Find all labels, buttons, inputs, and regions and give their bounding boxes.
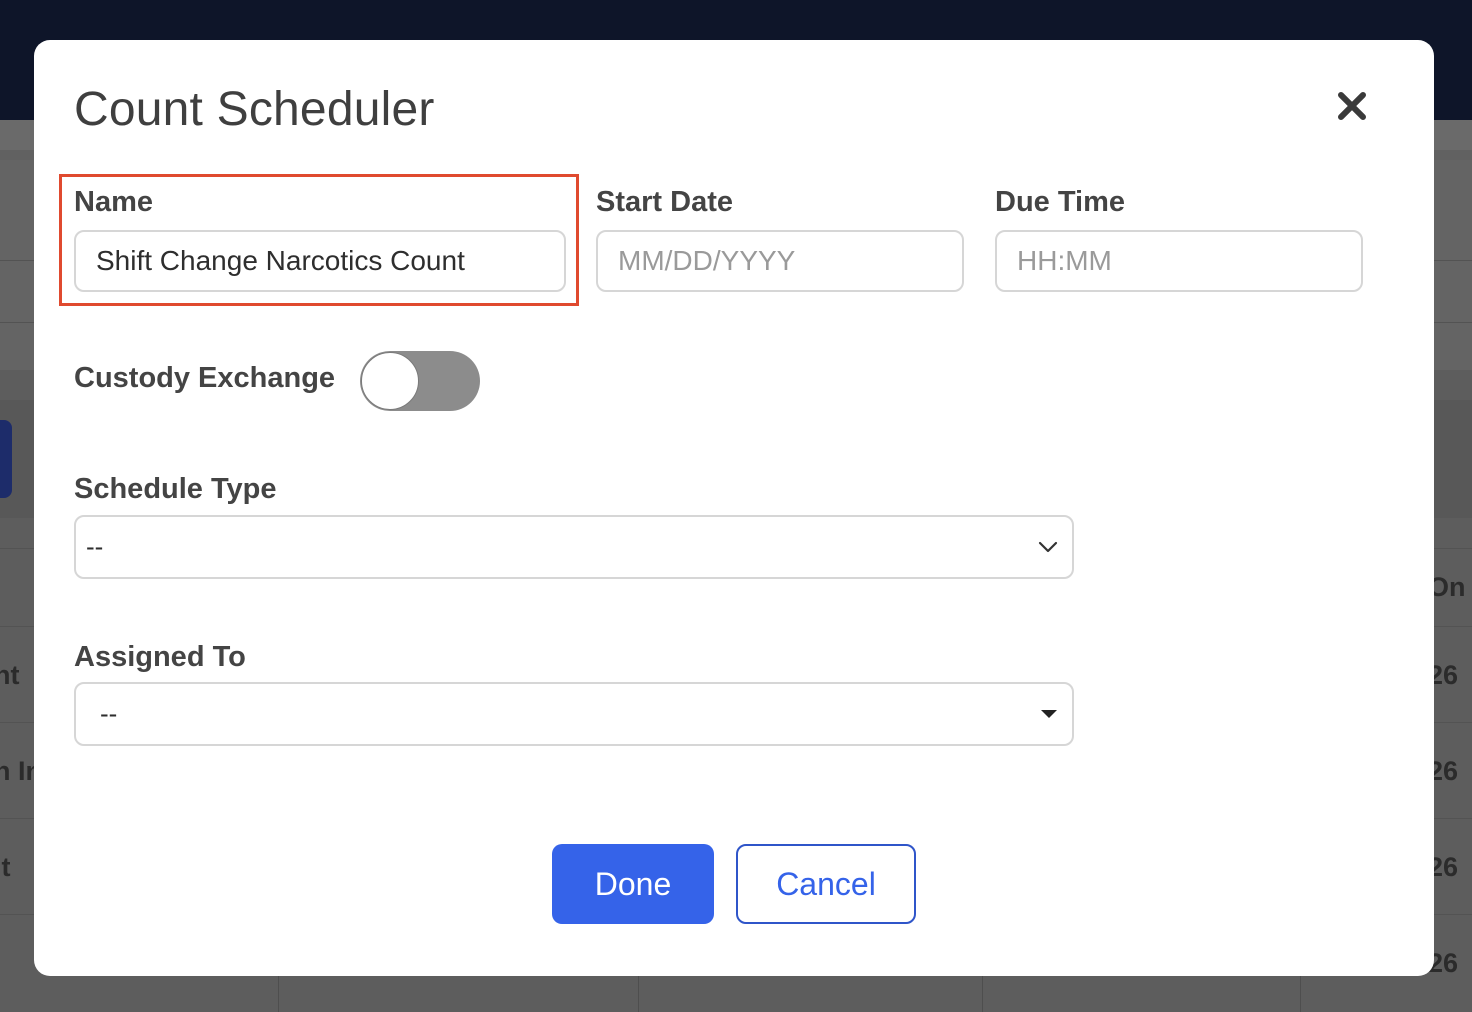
schedule-type-value: -- bbox=[86, 531, 104, 562]
custody-exchange-toggle[interactable] bbox=[360, 351, 480, 411]
name-input[interactable] bbox=[74, 230, 566, 292]
close-icon bbox=[1338, 92, 1366, 120]
count-scheduler-modal: Count Scheduler Name Start Date Due Time… bbox=[34, 40, 1434, 976]
background-table-cell: nt bbox=[0, 660, 20, 690]
assigned-to-value: -- bbox=[100, 698, 118, 729]
close-button[interactable] bbox=[1332, 86, 1372, 126]
background-table-cell: it bbox=[0, 852, 11, 882]
due-time-input[interactable] bbox=[995, 230, 1363, 292]
start-date-label: Start Date bbox=[596, 186, 733, 218]
schedule-type-select[interactable]: -- bbox=[74, 515, 1074, 579]
done-button[interactable]: Done bbox=[552, 844, 714, 924]
modal-title: Count Scheduler bbox=[74, 83, 435, 136]
name-label: Name bbox=[74, 186, 153, 218]
caret-down-icon bbox=[1041, 710, 1057, 718]
assigned-to-select[interactable]: -- bbox=[74, 682, 1074, 746]
assigned-to-label: Assigned To bbox=[74, 641, 246, 673]
cancel-button[interactable]: Cancel bbox=[736, 844, 916, 924]
toggle-knob bbox=[361, 352, 419, 410]
due-time-label: Due Time bbox=[995, 186, 1126, 218]
start-date-input[interactable] bbox=[596, 230, 964, 292]
custody-exchange-label: Custody Exchange bbox=[74, 362, 336, 394]
background-action-button bbox=[0, 420, 12, 498]
chevron-down-icon bbox=[1038, 541, 1058, 553]
schedule-type-label: Schedule Type bbox=[74, 473, 277, 505]
